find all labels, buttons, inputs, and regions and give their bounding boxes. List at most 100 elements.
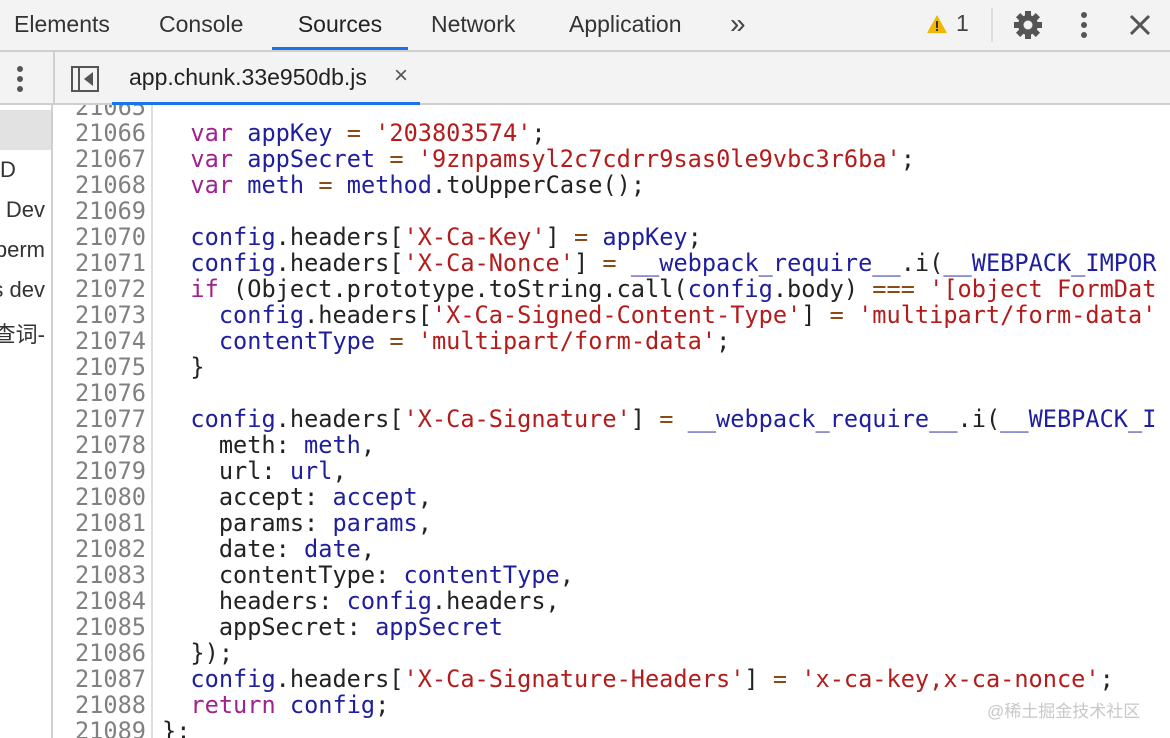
code-token: '[object FormDat [929,275,1157,303]
code-token: .headers[ [275,249,404,277]
line-number[interactable]: 21085 [55,614,146,640]
line-text: if (Object.prototype.toString.call(confi… [162,276,1156,302]
watermark: @稀土掘金技术社区 [987,702,1141,721]
code-token: , [360,431,376,459]
line-number[interactable]: 21075 [55,354,146,380]
kebab-menu-icon[interactable] [1078,11,1090,39]
line-number[interactable]: 21079 [55,458,146,484]
line-number[interactable]: 21084 [55,588,146,614]
code-editor[interactable]: 21065 21066 var appKey = '203803574'; 2106… [55,105,1170,738]
code-token: , [417,483,432,511]
line-number[interactable]: 21072 [55,276,146,302]
navigator-item[interactable]: ct Dev [0,197,45,223]
line-number[interactable]: 21086 [55,640,146,666]
line-number[interactable]: 21089 [55,718,146,738]
line-number[interactable]: 21065 [55,105,146,120]
code-token: date [304,535,361,563]
line-number[interactable]: 21066 [55,120,146,146]
code-token: if [190,275,219,303]
code-token: appSecret [375,613,503,641]
code-token: = [602,249,617,277]
code-token: '9znpamsyl2c7cdrr9sas0le9vbc3r6ba' [417,145,901,173]
line-text: date: date, [162,536,375,562]
code-token: , [332,457,347,485]
line-number[interactable]: 21073 [55,302,146,328]
code-token: = [659,405,674,433]
line-number[interactable]: 21088 [55,692,146,718]
code-token: ; [375,691,390,719]
chevron-double-right-icon[interactable]: » [730,8,746,40]
navigator-item[interactable]: perm [0,237,45,263]
code-token: } [162,353,205,381]
code-token: config [289,691,376,719]
code-token: return [190,691,276,719]
warnings-button[interactable]: 1 [926,10,969,37]
line-number[interactable]: 21087 [55,666,146,692]
line-text: accept: accept, [162,484,432,510]
code-token: }); [162,639,234,667]
toggle-navigator-icon[interactable] [71,66,101,94]
code-token: .headers[ [275,665,404,693]
gear-icon[interactable] [1013,10,1043,40]
line-number[interactable]: 21070 [55,224,146,250]
code-token: accept [332,483,418,511]
code-token: __WEBPACK_I [1000,405,1157,433]
close-tab-icon[interactable]: × [394,62,408,90]
code-token: ] [630,405,660,433]
line-number[interactable]: 21068 [55,172,146,198]
code-token: ; [900,145,915,173]
line-number[interactable]: 21069 [55,198,146,224]
code-token: ; [716,327,731,355]
code-token: __webpack_require__ [687,405,958,433]
tab-application[interactable]: Application [569,0,682,50]
tab-elements[interactable]: Elements [14,0,110,50]
line-number[interactable]: 21083 [55,562,146,588]
file-tab[interactable]: app.chunk.33e950db.js × [112,52,420,105]
divider [53,52,55,105]
tab-sources[interactable]: Sources [272,0,408,50]
navigator-item[interactable]: D [0,157,16,183]
line-number[interactable]: 21082 [55,536,146,562]
warning-triangle-icon [927,14,947,33]
navigator-item-selected[interactable] [0,110,51,150]
line-text: contentType = 'multipart/form-data'; [162,328,730,354]
line-number[interactable]: 21077 [55,406,146,432]
line-number[interactable]: 21081 [55,510,146,536]
line-number[interactable]: 21076 [55,380,146,406]
code-token: config [190,223,276,251]
code-token: params [332,509,418,537]
tab-console[interactable]: Console [159,0,243,50]
line-text: var appKey = '203803574'; [162,119,545,147]
code-token: config [190,249,276,277]
line-number[interactable]: 21080 [55,484,146,510]
tab-network[interactable]: Network [431,0,515,50]
close-icon[interactable] [1129,14,1151,36]
navigator-item[interactable]: js dev [0,277,45,303]
line-number[interactable]: 21078 [55,432,146,458]
line-number[interactable]: 21071 [55,250,146,276]
navigator-item[interactable]: 查词- [0,317,45,349]
code-token: 'multipart/form-data' [858,301,1157,329]
code-token: === [872,275,915,303]
kebab-menu-icon[interactable] [14,65,26,93]
code-token: .toUpperCase(); [431,171,646,199]
line-text: params: params, [162,510,432,536]
code-token: var [190,171,234,199]
line-number[interactable]: 21074 [55,328,146,354]
line-number[interactable]: 21067 [55,146,146,172]
code-token: 'X-Ca-Signature' [403,405,631,433]
code-token: 'X-Ca-Signature-Headers' [403,665,745,693]
